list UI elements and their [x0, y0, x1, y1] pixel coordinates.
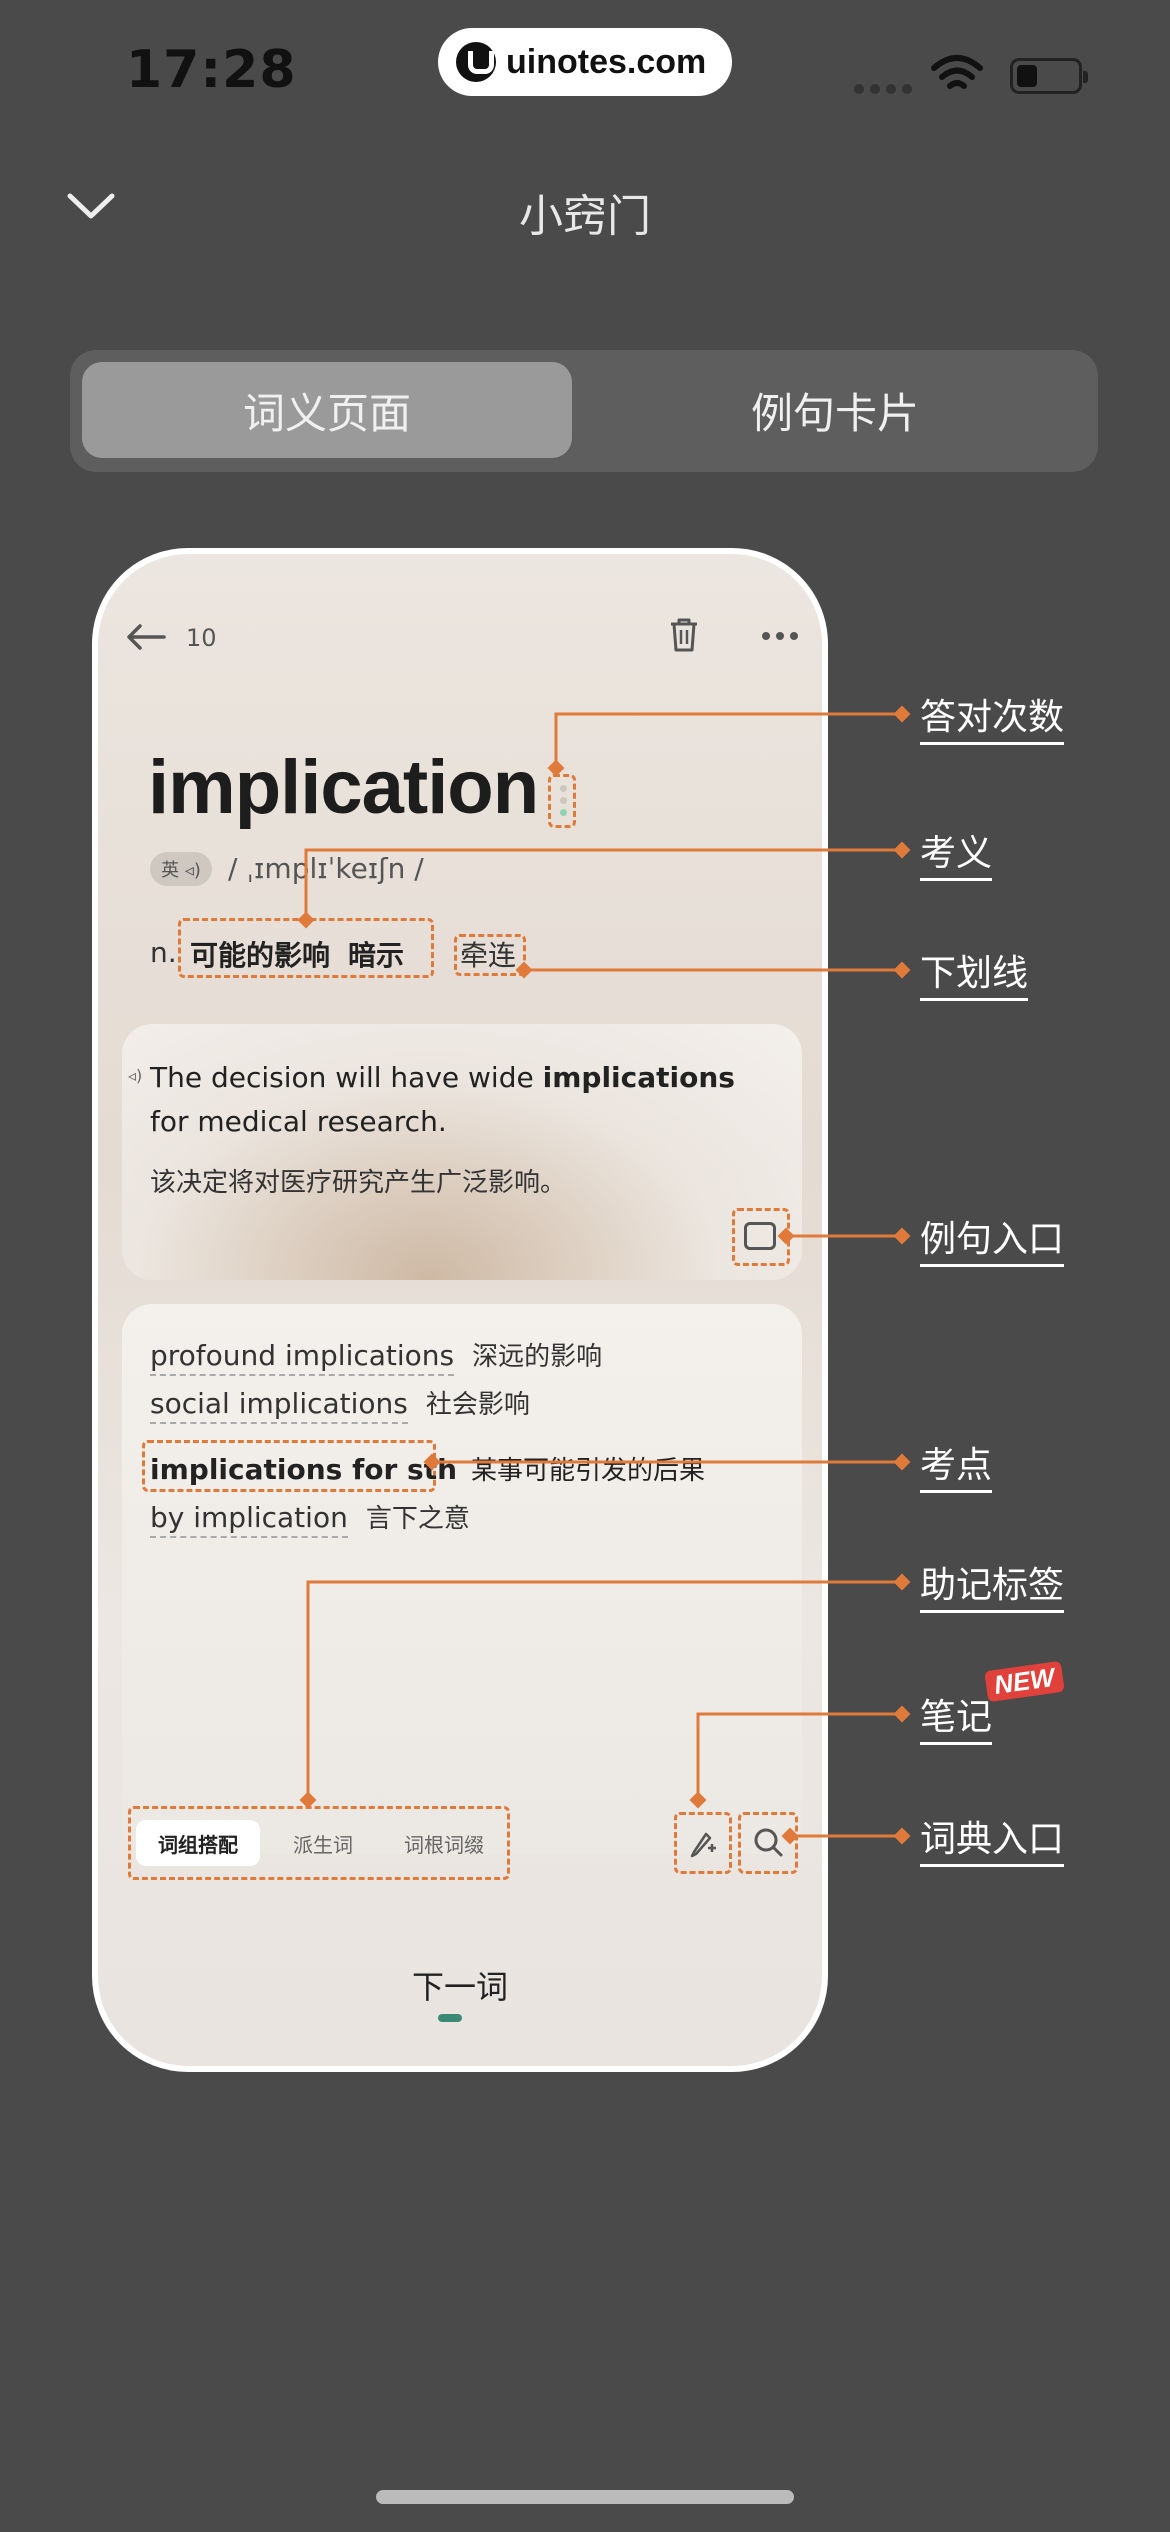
annotation-mnemonic-tags: 助记标签 [920, 1556, 1065, 1613]
more-icon [762, 632, 798, 640]
annotation-test-point: 考点 [920, 1436, 993, 1493]
new-badge: NEW [984, 1660, 1065, 1703]
tab-derivatives: 派生词 [293, 1832, 353, 1857]
battery-icon [1010, 58, 1088, 94]
meaning-1: 可能的影响 [190, 939, 331, 972]
brand-logo-icon [456, 42, 496, 82]
brand-watermark: uinotes.com [438, 28, 732, 96]
list-item: social implications 社会影响 [150, 1384, 530, 1424]
correct-count-indicator [548, 774, 576, 828]
annotation-test-meaning: 考义 [920, 824, 993, 881]
next-word-indicator [438, 2014, 462, 2022]
annotation-dictionary-entry: 词典入口 [920, 1810, 1065, 1867]
phonetic: / ˌɪmplɪˈkeɪʃn / [228, 852, 424, 885]
tab-example-card[interactable]: 例句卡片 [590, 362, 1080, 458]
word-count: 10 [186, 624, 217, 652]
tab-roots-affixes: 词根词缀 [404, 1832, 484, 1857]
home-indicator [376, 2490, 794, 2504]
annotation-underline: 下划线 [920, 944, 1029, 1001]
example-card-icon [744, 1222, 776, 1250]
list-item: profound implications 深远的影响 [150, 1336, 602, 1376]
tab-collocations: 词组搭配 [136, 1820, 260, 1866]
part-of-speech: n. [150, 936, 177, 969]
headword: implication [148, 745, 539, 830]
pronunciation-badge: 英 ◃) [150, 852, 212, 886]
page-title: 小窍门 [519, 191, 651, 242]
list-item: by implication 言下之意 [150, 1498, 470, 1538]
wifi-icon [931, 55, 983, 89]
tab-word-meaning-page[interactable]: 词义页面 [82, 362, 572, 458]
phone-preview: 10 implication 英 ◃) / ˌɪmplɪˈkeɪʃn / n. … [92, 548, 828, 2072]
meaning-3: 牵连 [460, 939, 517, 972]
annotation-example-entry: 例句入口 [920, 1210, 1065, 1267]
trash-icon [671, 618, 697, 652]
segmented-control: 词义页面 例句卡片 [70, 350, 1098, 472]
example-english: The decision will have wide implications… [150, 1061, 735, 1138]
search-icon [754, 1828, 783, 1857]
meaning-2: 暗示 [348, 939, 405, 972]
annotation-notes: 笔记 [920, 1688, 993, 1745]
pen-plus-icon [690, 1832, 716, 1858]
example-chinese: 该决定将对医疗研究产生广泛影响。 [150, 1168, 567, 1198]
cellular-signal-icon [854, 84, 912, 94]
list-item: implications for sth 某事可能引发的后果 [150, 1453, 706, 1486]
next-word-button: 下一词 [411, 1968, 508, 2006]
brand-text: uinotes.com [506, 42, 707, 81]
speaker-icon: ◃) [128, 1066, 143, 1085]
back-arrow-icon [127, 624, 166, 650]
status-time: 17:28 [126, 40, 297, 100]
annotation-correct-count: 答对次数 [920, 688, 1065, 745]
